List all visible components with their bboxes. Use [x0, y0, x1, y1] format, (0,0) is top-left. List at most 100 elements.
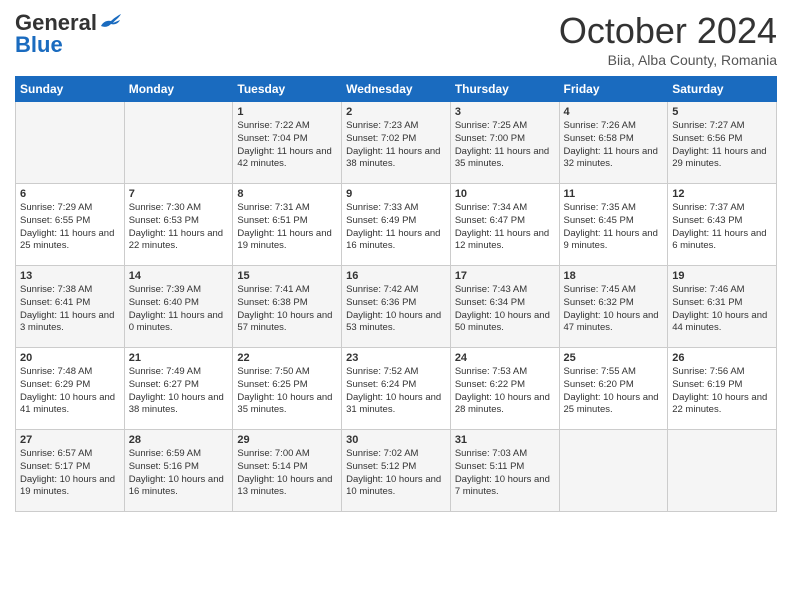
day-number: 16 — [346, 270, 446, 282]
day-number: 30 — [346, 434, 446, 446]
day-number: 13 — [20, 270, 120, 282]
cell-content: Sunrise: 7:29 AM Sunset: 6:55 PM Daylight:… — [20, 202, 120, 253]
calendar-cell: 14Sunrise: 7:39 AMSunset: 6:40 PMDayligh… — [124, 266, 233, 348]
calendar-cell: 5Sunrise: 7:27 AMSunset: 6:56 PMDaylight… — [668, 102, 777, 184]
calendar-cell: 23Sunrise: 7:52 AMSunset: 6:24 PMDayligh… — [342, 348, 451, 430]
calendar-cell: 10Sunrise: 7:34 AMSunset: 6:47 PMDayligh… — [450, 184, 559, 266]
daylight-text: Daylight: 10 hours and 35 minutes. — [237, 392, 332, 416]
cell-content: Sunrise: 7:23 AM Sunset: 7:02 PM Daylight:… — [346, 120, 446, 171]
daylight-text: Daylight: 11 hours and 38 minutes. — [346, 146, 440, 170]
sunset-text: Sunset: 6:31 PM — [672, 297, 742, 308]
sunrise-text: Sunrise: 7:33 AM — [346, 202, 418, 213]
day-number: 9 — [346, 188, 446, 200]
sunrise-text: Sunrise: 7:41 AM — [237, 284, 309, 295]
day-number: 27 — [20, 434, 120, 446]
calendar-cell: 20 Sunrise: 7:48 AMSunset: 6:29 PMDayligh… — [16, 348, 125, 430]
day-number: 22 — [237, 352, 337, 364]
daylight-text: Daylight: 10 hours and 22 minutes. — [672, 392, 767, 416]
day-number: 28 — [129, 434, 229, 446]
daylight-text: Daylight: 11 hours and 3 minutes. — [20, 310, 114, 334]
cell-content: Sunrise: 7:49 AMSunset: 6:27 PMDaylight:… — [129, 366, 229, 417]
daylight-text: Daylight: 11 hours and 25 minutes. — [20, 228, 114, 252]
day-number: 20 — [20, 352, 120, 364]
sunrise-text: Sunrise: 7:00 AM — [237, 448, 309, 459]
calendar-cell — [16, 102, 125, 184]
daylight-text: Daylight: 11 hours and 0 minutes. — [129, 310, 223, 334]
calendar-cell: 11Sunrise: 7:35 AMSunset: 6:45 PMDayligh… — [559, 184, 668, 266]
cell-content: Sunrise: 7:42 AMSunset: 6:36 PMDaylight:… — [346, 284, 446, 335]
sunrise-text: Sunrise: 7:02 AM — [346, 448, 418, 459]
daylight-text: Daylight: 11 hours and 35 minutes. — [455, 146, 549, 170]
sunset-text: Sunset: 6:43 PM — [672, 215, 742, 226]
cell-content: Sunrise: 7:35 AMSunset: 6:45 PMDaylight:… — [564, 202, 664, 253]
sunset-text: Sunset: 6:55 PM — [20, 215, 90, 226]
sunrise-text: Sunrise: 7:46 AM — [672, 284, 744, 295]
week-row-2: 6Sunrise: 7:29 AMSunset: 6:55 PMDaylight… — [16, 184, 777, 266]
sunrise-text: Sunrise: 7:03 AM — [455, 448, 527, 459]
calendar-cell: 13 Sunrise: 7:38 AMSunset: 6:41 PMDayligh… — [16, 266, 125, 348]
day-number: 15 — [237, 270, 337, 282]
sunset-text: Sunset: 6:24 PM — [346, 379, 416, 390]
sunset-text: Sunset: 6:34 PM — [455, 297, 525, 308]
calendar-cell: 29Sunrise: 7:00 AMSunset: 5:14 PMDayligh… — [233, 430, 342, 512]
calendar-cell: 27Sunrise: 6:57 AMSunset: 5:17 PMDayligh… — [16, 430, 125, 512]
calendar-cell: 6Sunrise: 7:29 AMSunset: 6:55 PMDaylight… — [16, 184, 125, 266]
calendar-cell — [124, 102, 233, 184]
sunset-text: Sunset: 5:14 PM — [237, 461, 307, 472]
calendar-cell: 19Sunrise: 7:46 AMSunset: 6:31 PMDayligh… — [668, 266, 777, 348]
cell-content: Sunrise: 7:43 AMSunset: 6:34 PMDaylight:… — [455, 284, 555, 335]
daylight-text: Daylight: 11 hours and 6 minutes. — [672, 228, 766, 252]
sunset-text: Sunset: 7:04 PM — [237, 133, 307, 144]
calendar-cell: 8Sunrise: 7:31 AMSunset: 6:51 PMDaylight… — [233, 184, 342, 266]
cell-content: Sunrise: 7:27 AMSunset: 6:56 PMDaylight:… — [672, 120, 772, 171]
sunrise-text: Sunrise: 7:39 AM — [129, 284, 201, 295]
cell-content: Sunrise: 7:03 AMSunset: 5:11 PMDaylight:… — [455, 448, 555, 499]
day-number: 2 — [346, 106, 446, 118]
daylight-text: Daylight: 10 hours and 44 minutes. — [672, 310, 767, 334]
sunrise-text: Sunrise: 7:26 AM — [564, 120, 636, 131]
sunrise-text: Sunrise: 7:27 AM — [672, 120, 744, 131]
calendar-cell: 30Sunrise: 7:02 AMSunset: 5:12 PMDayligh… — [342, 430, 451, 512]
daylight-text: Daylight: 11 hours and 22 minutes. — [129, 228, 223, 252]
week-row-1: 1Sunrise: 7:22 AMSunset: 7:04 PMDaylight… — [16, 102, 777, 184]
daylight-text: Daylight: 10 hours and 19 minutes. — [20, 474, 115, 498]
daylight-text: Daylight: 10 hours and 53 minutes. — [346, 310, 441, 334]
daylight-text: Daylight: 11 hours and 29 minutes. — [672, 146, 766, 170]
sunset-text: Sunset: 6:25 PM — [237, 379, 307, 390]
sunrise-text: Sunrise: 7:52 AM — [346, 366, 418, 377]
cell-content: Sunrise: 7:53 AMSunset: 6:22 PMDaylight:… — [455, 366, 555, 417]
sunrise-text: Sunrise: 7:48 AM — [20, 366, 92, 377]
cell-content: Sunrise: 7:52 AMSunset: 6:24 PMDaylight:… — [346, 366, 446, 417]
sunset-text: Sunset: 6:58 PM — [564, 133, 634, 144]
sunset-text: Sunset: 5:17 PM — [20, 461, 90, 472]
sunrise-text: Sunrise: 7:35 AM — [564, 202, 636, 213]
day-number: 7 — [129, 188, 229, 200]
calendar-table: SundayMondayTuesdayWednesdayThursdayFrid… — [15, 76, 777, 512]
day-number: 21 — [129, 352, 229, 364]
sunset-text: Sunset: 6:38 PM — [237, 297, 307, 308]
calendar-cell: 16 Sunrise: 7:42 AMSunset: 6:36 PMDayligh… — [342, 266, 451, 348]
calendar-cell: 2 Sunrise: 7:23 AM Sunset: 7:02 PM Daylight… — [342, 102, 451, 184]
sunset-text: Sunset: 6:53 PM — [129, 215, 199, 226]
cell-content: Sunrise: 7:48 AMSunset: 6:29 PMDaylight:… — [20, 366, 120, 417]
daylight-text: Daylight: 10 hours and 10 minutes. — [346, 474, 441, 498]
cell-content: Sunrise: 6:59 AMSunset: 5:16 PMDaylight:… — [129, 448, 229, 499]
location: Biia, Alba County, Romania — [559, 52, 777, 68]
sunset-text: Sunset: 7:00 PM — [455, 133, 525, 144]
sunrise-text: Sunrise: 7:37 AM — [672, 202, 744, 213]
day-number: 4 — [564, 106, 664, 118]
sunrise-text: Sunrise: 7:29 AM — [20, 202, 92, 213]
cell-content: Sunrise: 7:38 AMSunset: 6:41 PMDaylight:… — [20, 284, 120, 335]
cell-content: Sunrise: 7:22 AMSunset: 7:04 PMDaylight:… — [237, 120, 337, 171]
cell-content: Sunrise: 7:33 AMSunset: 6:49 PMDaylight:… — [346, 202, 446, 253]
calendar-cell: 12Sunrise: 7:37 AMSunset: 6:43 PMDayligh… — [668, 184, 777, 266]
sunrise-text: Sunrise: 7:25 AM — [455, 120, 527, 131]
sunrise-text: Sunrise: 7:23 AM — [346, 120, 418, 131]
day-number: 25 — [564, 352, 664, 364]
sunset-text: Sunset: 6:45 PM — [564, 215, 634, 226]
week-row-3: 13 Sunrise: 7:38 AMSunset: 6:41 PMDayligh… — [16, 266, 777, 348]
day-number: 17 — [455, 270, 555, 282]
sunset-text: Sunset: 7:02 PM — [346, 133, 416, 144]
week-row-5: 27Sunrise: 6:57 AMSunset: 5:17 PMDayligh… — [16, 430, 777, 512]
cell-content: Sunrise: 7:50 AMSunset: 6:25 PMDaylight:… — [237, 366, 337, 417]
